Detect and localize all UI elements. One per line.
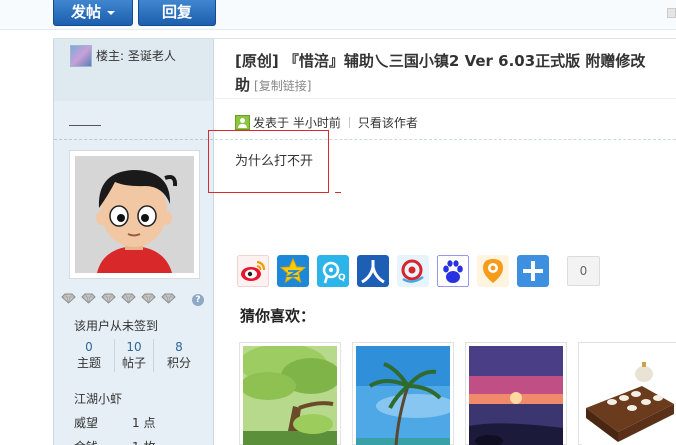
new-post-label: 发帖: [70, 3, 101, 21]
weibo-icon[interactable]: [237, 255, 269, 287]
tree-photo: [243, 346, 337, 445]
qzone-icon[interactable]: [277, 255, 309, 287]
divider: [69, 125, 101, 126]
online-user-icon: [235, 115, 250, 130]
top-toolbar: 发帖 回复: [0, 0, 676, 30]
level-gems: [61, 293, 181, 307]
avatar-image: [75, 156, 194, 273]
author-avatar-small[interactable]: [70, 45, 92, 67]
post-main: [原创] 『惜涪』辅助乀三国小镇2 Ver 6.03正式版 附赠修改 助 [复制链…: [208, 39, 676, 445]
kv-key: 金钱: [74, 438, 132, 445]
highlight-mark: [335, 192, 341, 193]
svg-text:Q: Q: [338, 273, 346, 283]
reply-label: 回复: [161, 3, 192, 21]
baidu-icon[interactable]: [437, 255, 469, 287]
reputation-row: 威望 1 点: [74, 414, 155, 431]
divider: [54, 139, 213, 140]
netease-icon[interactable]: [397, 255, 429, 287]
stat-value: 10: [126, 340, 142, 354]
kv-value: 1 枚: [132, 440, 155, 445]
gem-icon: [61, 293, 76, 304]
stat-value: 0: [85, 340, 93, 354]
cartoon-boy-avatar: [75, 156, 194, 273]
share-count: 0: [567, 256, 600, 286]
stat-points[interactable]: 8 积分: [159, 339, 199, 372]
author-sidebar: 楼主: 圣诞老人 ? 该用户从未签到 0 主题 10 帖子 8 积分 江湖小虾 …: [53, 39, 214, 445]
sunset-sea-photo: [469, 346, 563, 445]
post-title-tail: 助: [235, 76, 251, 94]
more-share-icon[interactable]: [517, 255, 549, 287]
post-title-continued: 助 [复制链接]: [235, 74, 311, 95]
gem-icon: [141, 293, 156, 304]
gem-icon: [161, 293, 176, 304]
stat-posts[interactable]: 10 帖子: [114, 339, 154, 372]
recommend-thumb[interactable]: [465, 342, 567, 445]
stat-topics[interactable]: 0 主题: [69, 339, 109, 372]
author-header: 楼主: 圣诞老人: [54, 39, 213, 101]
gem-icon: [121, 293, 136, 304]
stat-label: 帖子: [121, 356, 146, 370]
recommend-thumb[interactable]: [239, 342, 341, 445]
new-post-button[interactable]: 发帖: [53, 0, 133, 26]
chevron-down-icon: [107, 10, 115, 15]
recommend-thumb[interactable]: [578, 342, 676, 445]
tea-set-photo: [582, 346, 676, 445]
renren-icon[interactable]: [357, 255, 389, 287]
divider: [348, 117, 350, 128]
reply-button[interactable]: 回复: [138, 0, 216, 26]
author-stats: 0 主题 10 帖子 8 积分: [69, 339, 199, 373]
avatar[interactable]: [69, 150, 200, 279]
kv-key: 威望: [74, 416, 99, 430]
stat-value: 8: [175, 340, 183, 354]
author-name[interactable]: 楼主: 圣诞老人: [96, 47, 176, 64]
copy-link[interactable]: [复制链接]: [254, 79, 311, 93]
gem-icon: [81, 293, 96, 304]
user-rank[interactable]: 江湖小虾: [74, 390, 122, 407]
tencent-weibo-icon[interactable]: Q: [317, 255, 349, 287]
kv-value: 1 点: [132, 416, 156, 430]
scroll-handle[interactable]: [667, 8, 676, 18]
money-row: 金钱1 枚: [74, 438, 155, 445]
sign-status: 该用户从未签到: [74, 319, 159, 333]
kaixin-icon[interactable]: [477, 255, 509, 287]
help-icon[interactable]: ?: [192, 294, 204, 306]
post-content: 为什么打不开: [235, 154, 314, 169]
guess-you-like-title: 猜你喜欢：: [240, 307, 316, 325]
stat-label: 积分: [166, 356, 191, 370]
posted-time: 发表于 半小时前: [253, 116, 341, 130]
gem-icon: [101, 293, 116, 304]
palm-beach-photo: [356, 346, 450, 445]
recommend-thumb[interactable]: [352, 342, 454, 445]
only-author-link[interactable]: 只看该作者: [358, 116, 418, 130]
post-header: [原创] 『惜涪』辅助乀三国小镇2 Ver 6.03正式版 附赠修改 助 [复制链…: [215, 39, 676, 99]
post-title: [原创] 『惜涪』辅助乀三国小镇2 Ver 6.03正式版 附赠修改: [235, 52, 646, 70]
stat-label: 主题: [76, 356, 101, 370]
